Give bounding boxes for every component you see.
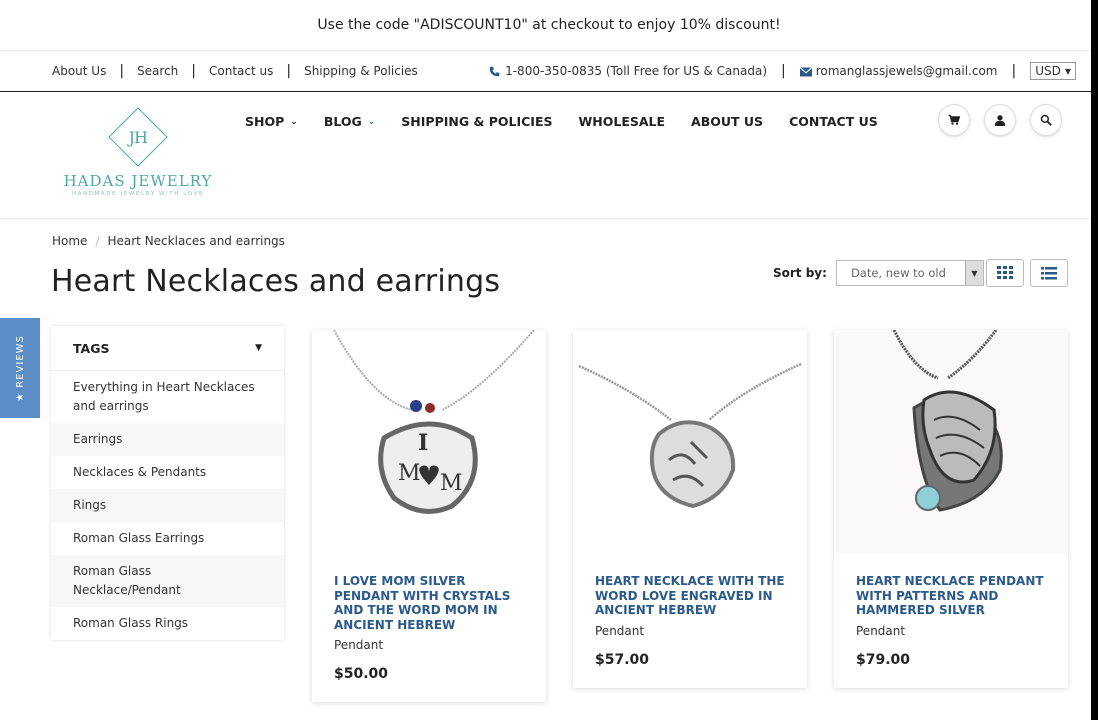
chevron-down-icon: ⌄ (367, 116, 376, 127)
nav-blog[interactable]: BLOG ⌄ (324, 114, 375, 129)
logo-tagline: HANDMADE JEWELRY WITH LOVE (71, 191, 205, 197)
nav-wholesale[interactable]: WHOLESALE (578, 114, 665, 129)
email-link[interactable]: romanglassjewels@gmail.com (816, 64, 998, 78)
product-image[interactable] (573, 330, 807, 554)
chevron-down-icon: ▼ (1064, 66, 1071, 76)
divider: | (191, 63, 196, 79)
logo-name: HADAS JEWELRY (63, 172, 213, 190)
phone-number[interactable]: 1-800-350-0835 (Toll Free for US & Canad… (505, 64, 767, 78)
tag-item[interactable]: Everything in Heart Necklaces and earrin… (51, 371, 284, 423)
tags-panel: TAGS ▼ Everything in Heart Necklaces and… (51, 326, 284, 640)
sort-control: Sort by: Date, new to old ▼ (773, 260, 984, 286)
list-icon (1041, 266, 1057, 279)
product-type: Pendant (856, 623, 906, 638)
product-card[interactable]: I M M I LOVE MOM SILVER PENDANT WITH CRY… (312, 330, 546, 702)
tags-heading: TAGS (73, 340, 110, 356)
phone-icon (489, 66, 500, 77)
product-type: Pendant (334, 638, 384, 652)
product-title[interactable]: HEART NECKLACE WITH THE WORD LOVE ENGRAV… (573, 574, 807, 618)
link-contact-us[interactable]: Contact us (209, 64, 273, 78)
product-title[interactable]: I LOVE MOM SILVER PENDANT WITH CRYSTALS … (312, 574, 546, 632)
logo[interactable]: JH HADAS JEWELRY HANDMADE JEWELRY WITH L… (56, 107, 220, 197)
svg-text:M: M (398, 461, 421, 486)
divider: | (119, 63, 125, 79)
link-search[interactable]: Search (137, 64, 178, 78)
top-contact: 1-800-350-0835 (Toll Free for US & Canad… (489, 62, 1076, 80)
caret-down-icon: ▼ (255, 343, 262, 353)
nav-about-us[interactable]: ABOUT US (691, 114, 763, 129)
product-image[interactable] (834, 330, 1068, 554)
sort-label: Sort by: (773, 266, 827, 280)
divider: | (781, 63, 786, 79)
announcement-text: Use the code "ADISCOUNT10" at checkout t… (317, 17, 781, 33)
product-card[interactable]: HEART NECKLACE PENDANT WITH PATTERNS AND… (834, 330, 1068, 688)
tag-item[interactable]: Necklaces & Pendants (51, 456, 284, 489)
breadcrumb-current: Heart Necklaces and earrings (107, 234, 285, 248)
tag-item[interactable]: Roman Glass Rings (51, 607, 284, 640)
search-icon[interactable] (1030, 104, 1062, 136)
user-icon[interactable] (984, 104, 1016, 136)
tag-item[interactable]: Earrings (51, 423, 284, 456)
product-type: Pendant (595, 623, 645, 638)
header-icons (938, 104, 1062, 136)
chevron-down-icon: ⌄ (290, 116, 298, 127)
breadcrumb-home[interactable]: Home (52, 234, 87, 248)
sort-value: Date, new to old (850, 266, 946, 280)
currency-value: USD (1035, 64, 1061, 78)
sort-select[interactable]: Date, new to old ▼ (835, 260, 984, 286)
tag-item[interactable]: Rings (51, 489, 284, 522)
product-price: $79.00 (856, 651, 911, 668)
announcement-bar: Use the code "ADISCOUNT10" at checkout t… (0, 0, 1098, 51)
product-title[interactable]: HEART NECKLACE PENDANT WITH PATTERNS AND… (834, 574, 1068, 618)
list-view-button[interactable] (1030, 259, 1068, 287)
window-edge (1091, 0, 1098, 720)
cart-icon[interactable] (938, 104, 970, 136)
nav-shipping-policies[interactable]: SHIPPING & POLICIES (401, 114, 552, 129)
product-card[interactable]: HEART NECKLACE WITH THE WORD LOVE ENGRAV… (573, 330, 807, 688)
svg-text:I: I (418, 430, 428, 456)
top-bar: About Us | Search | Contact us | Shippin… (0, 51, 1098, 92)
link-shipping-policies[interactable]: Shipping & Policies (304, 64, 418, 78)
divider: / (95, 234, 100, 248)
chevron-down-icon: ▼ (964, 261, 983, 285)
breadcrumb: Home / Heart Necklaces and earrings (52, 234, 285, 248)
divider: | (1011, 63, 1017, 79)
page-title: Heart Necklaces and earrings (51, 264, 501, 299)
svg-text:M: M (440, 471, 463, 496)
grid-view-button[interactable] (986, 259, 1024, 287)
product-price: $57.00 (595, 651, 650, 668)
tag-item[interactable]: Roman Glass Earrings (51, 522, 284, 555)
product-image[interactable]: I M M (312, 330, 546, 554)
logo-mark: JH (108, 107, 168, 167)
top-links: About Us | Search | Contact us | Shippin… (52, 63, 418, 79)
reviews-tab[interactable]: ★ REVIEWS (0, 318, 40, 418)
link-about-us[interactable]: About Us (52, 64, 106, 78)
nav-contact-us[interactable]: CONTACT US (789, 114, 878, 129)
tag-item[interactable]: Roman Glass Necklace/Pendant (51, 555, 284, 607)
site-header: JH HADAS JEWELRY HANDMADE JEWELRY WITH L… (0, 92, 1098, 219)
nav-shop[interactable]: SHOP ⌄ (245, 114, 298, 129)
currency-select[interactable]: USD ▼ (1030, 62, 1076, 80)
tags-header[interactable]: TAGS ▼ (51, 326, 284, 371)
divider: | (286, 63, 292, 79)
reviews-label: ★ REVIEWS (14, 334, 26, 402)
main-nav: SHOP ⌄ BLOG ⌄ SHIPPING & POLICIES WHOLESAL… (245, 114, 878, 129)
product-price: $50.00 (334, 666, 389, 682)
grid-icon (997, 266, 1013, 279)
envelope-icon (799, 66, 813, 77)
